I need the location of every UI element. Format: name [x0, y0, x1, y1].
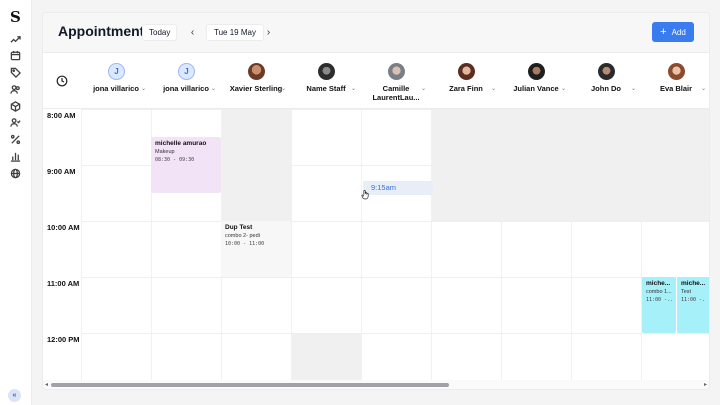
time-label: 9:00 AM [47, 167, 76, 176]
chevron-down-icon[interactable]: ⌄ [281, 85, 286, 92]
appointment-service: combo 2- pedi [225, 233, 260, 239]
bar-chart-icon[interactable] [10, 151, 21, 162]
unavailable-block [291, 333, 361, 381]
column-divider [81, 109, 82, 381]
avatar [458, 63, 475, 80]
column-divider [641, 109, 642, 381]
staff-header: J jona villarico ⌄ J jona villarico ⌄ Xa… [43, 53, 709, 109]
page-title: Appointments [58, 23, 153, 39]
time-label: 8:00 AM [47, 111, 76, 120]
globe-icon[interactable] [10, 168, 21, 179]
user-check-icon[interactable] [10, 117, 21, 128]
time-column: 8:00 AM 9:00 AM 10:00 AM 11:00 AM 12:00 … [43, 109, 81, 381]
staff-name: Eva Blair [659, 84, 693, 93]
time-label: 12:00 PM [47, 335, 80, 344]
hour-line [81, 109, 709, 110]
avatar [318, 63, 335, 80]
appointment-card[interactable]: miche... Test 11:00 -... [677, 277, 709, 333]
appointment-client: Dup Test [225, 224, 253, 231]
staff-column-header[interactable]: Camille LaurentLau... ⌄ [361, 53, 431, 109]
hover-time-slot[interactable]: 9:15am [363, 181, 433, 195]
hour-line [81, 221, 709, 222]
staff-column-header[interactable]: John Do ⌄ [571, 53, 641, 109]
collapse-sidebar-button[interactable]: « [8, 389, 21, 402]
date-picker-button[interactable]: Tue 19 May [206, 24, 264, 41]
hour-line [81, 277, 709, 278]
appointment-time: 08:30 - 09:30 [155, 157, 195, 163]
appointment-client: miche... [681, 280, 706, 287]
chevron-down-icon[interactable]: ⌄ [421, 85, 426, 92]
sidebar-rail: S « [0, 0, 32, 405]
time-label: 11:00 AM [47, 279, 80, 288]
avatar [598, 63, 615, 80]
chevron-down-icon[interactable]: ⌄ [491, 85, 496, 92]
staff-column-header[interactable]: Name Staff ⌄ [291, 53, 361, 109]
chevron-down-icon[interactable]: ⌄ [561, 85, 566, 92]
chevron-down-icon[interactable]: ⌄ [701, 85, 706, 92]
chevron-down-icon[interactable]: ⌄ [631, 85, 636, 92]
staff-column-header[interactable]: J jona villarico ⌄ [151, 53, 221, 109]
staff-column-header[interactable]: Julian Vance ⌄ [501, 53, 571, 109]
appointment-time: 11:00 -... [681, 297, 706, 303]
calendar-icon[interactable] [10, 50, 21, 61]
prev-day-button[interactable]: ‹ [185, 25, 200, 40]
column-divider [291, 109, 292, 381]
trend-icon[interactable] [10, 34, 21, 45]
appointment-time: 10:00 - 11:00 [225, 241, 265, 247]
avatar: J [178, 63, 195, 80]
appointment-service: Makeup [155, 149, 175, 155]
clock-icon [43, 53, 81, 109]
avatar [248, 63, 265, 80]
appointment-time: 11:00 -... [646, 297, 672, 303]
appointment-service: Test [681, 289, 692, 295]
chevron-down-icon[interactable]: ⌄ [211, 85, 216, 92]
chevron-down-icon[interactable]: ⌄ [141, 85, 146, 92]
column-divider [431, 109, 432, 381]
staff-column-header[interactable]: Eva Blair ⌄ [641, 53, 709, 109]
calendar-toolbar: Appointments Today ‹ Tue 19 May › + Add [43, 13, 709, 53]
percent-icon[interactable] [10, 134, 21, 145]
users-icon[interactable] [10, 84, 21, 95]
appointment-card[interactable]: miche... combo 1... 11:00 -... [642, 277, 676, 333]
appointment-service: combo 1... [646, 289, 672, 295]
staff-column-header[interactable]: Xavier Sterling ⌄ [221, 53, 291, 109]
chevron-down-icon[interactable]: ⌄ [351, 85, 356, 92]
today-button[interactable]: Today [142, 24, 178, 41]
plus-icon: + [660, 25, 667, 38]
hour-line [81, 333, 709, 334]
appointment-card[interactable]: Dup Test combo 2- pedi 10:00 - 11:00 [221, 221, 291, 277]
tag-icon[interactable] [10, 67, 21, 78]
avatar [668, 63, 685, 80]
hand-cursor-icon [361, 190, 369, 200]
staff-column-header[interactable]: Zara Finn ⌄ [431, 53, 501, 109]
calendar-panel: Appointments Today ‹ Tue 19 May › + Add … [42, 12, 710, 390]
schedule-grid[interactable]: 8:00 AM 9:00 AM 10:00 AM 11:00 AM 12:00 … [43, 109, 709, 381]
horizontal-scrollbar[interactable]: ◂ ▸ [43, 380, 709, 389]
time-label: 10:00 AM [47, 223, 80, 232]
box-icon[interactable] [10, 101, 21, 112]
add-label: Add [671, 27, 686, 37]
column-divider [361, 109, 362, 381]
avatar: J [108, 63, 125, 80]
app-logo[interactable]: S [10, 8, 21, 26]
scroll-left-arrow-icon[interactable]: ◂ [45, 381, 48, 388]
column-divider [571, 109, 572, 381]
scrollbar-thumb[interactable] [51, 383, 449, 387]
appointment-client: miche... [646, 280, 671, 287]
avatar [528, 63, 545, 80]
appointment-card[interactable]: michelle amurao Makeup 08:30 - 09:30 [151, 137, 221, 193]
column-divider [501, 109, 502, 381]
add-appointment-button[interactable]: + Add [652, 22, 694, 42]
scroll-right-arrow-icon[interactable]: ▸ [704, 381, 707, 388]
appointment-client: michelle amurao [155, 140, 207, 147]
next-day-button[interactable]: › [261, 25, 276, 40]
staff-column-header[interactable]: J jona villarico ⌄ [81, 53, 151, 109]
avatar [388, 63, 405, 80]
